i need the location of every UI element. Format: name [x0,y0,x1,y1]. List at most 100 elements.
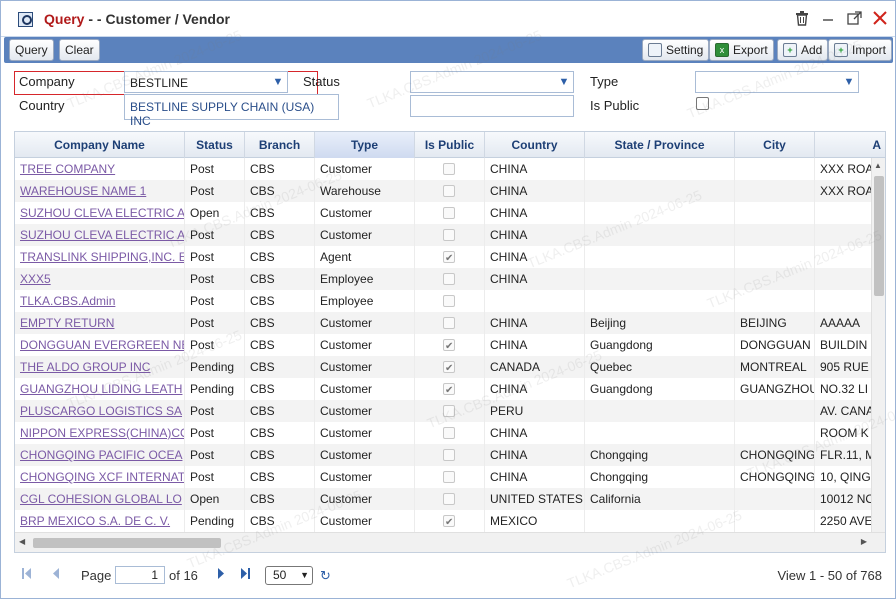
prev-page-icon[interactable] [52,568,60,582]
cell-company-name[interactable]: CHONGQING PACIFIC OCEA [15,444,185,466]
column-header-company-name[interactable]: Company Name [15,132,185,158]
cell-type: Customer [315,158,415,180]
table-row[interactable]: NIPPON EXPRESS(CHINA)CO Post CBS Customer CH… [15,422,873,444]
cell-address: 10012 NO [815,488,873,510]
cell-company-name[interactable]: TRANSLINK SHIPPING,INC. E [15,246,185,268]
cell-company-name[interactable]: NIPPON EXPRESS(CHINA)CO [15,422,185,444]
horizontal-scroll-thumb[interactable] [33,538,221,548]
company-suggestion-item[interactable]: BESTLINE SUPPLY CHAIN (USA) INC [124,94,339,128]
cell-status: Post [185,466,245,488]
scroll-left-icon[interactable]: ◀ [19,537,25,546]
table-row[interactable]: DONGGUAN EVERGREEN NEPostCBSCustomer CHIN… [15,334,873,356]
cell-state-province [585,246,735,268]
vertical-scrollbar[interactable]: ▲ [871,158,885,532]
status-select[interactable]: ▼ [410,71,574,93]
title-separator: - - [84,11,106,27]
maximize-icon[interactable] [845,9,863,27]
last-page-icon[interactable] [240,568,250,582]
country-field[interactable] [410,95,574,117]
cell-company-name[interactable]: EMPTY RETURN [15,312,185,334]
table-row[interactable]: GUANGZHOU LIDING LEATH Pending CBS Customer… [15,378,873,400]
horizontal-scrollbar[interactable]: ◀ ▶ [15,532,885,552]
cell-type: Customer [315,466,415,488]
cell-company-name[interactable]: SUZHOU CLEVA ELECTRIC A [15,202,185,224]
table-row[interactable]: EMPTY RETURN Post CBS Customer CHINA Beijing B… [15,312,873,334]
chevron-down-icon[interactable]: ▼ [840,72,858,92]
cell-company-name[interactable]: TREE COMPANY [15,158,185,180]
trash-icon[interactable] [793,9,811,27]
cell-company-name[interactable]: XXX5 [15,268,185,290]
cell-address: XXX ROA [815,180,873,202]
table-row[interactable]: BRP MEXICO S.A. DE C. V. Pending CBS Custom… [15,510,873,532]
page-size-select[interactable]: 50 ▼ [265,566,313,585]
is-public-checkbox [443,207,455,219]
column-header-country[interactable]: Country [485,132,585,158]
setting-button[interactable]: Setting [642,39,710,61]
next-page-icon[interactable] [217,568,225,582]
column-header-type[interactable]: Type [315,132,415,158]
table-row[interactable]: WAREHOUSE NAME 1 Post CBS Warehouse CHINA XXX… [15,180,873,202]
table-row[interactable]: TLKA.CBS.Admin Post CBS Employee [15,290,873,312]
cell-company-name[interactable]: GUANGZHOU LIDING LEATH [15,378,185,400]
page-number-input[interactable]: 1 [115,566,165,584]
cell-company-name[interactable]: DONGGUAN EVERGREEN NE [15,334,185,356]
first-page-icon[interactable] [22,568,32,582]
is-public-checkbox [443,185,455,197]
is-public-checkbox[interactable] [696,97,709,110]
table-row[interactable]: THE ALDO GROUP INCPendingCBSCustomer CANA… [15,356,873,378]
query-button[interactable]: Query [9,39,54,61]
cell-company-name[interactable]: THE ALDO GROUP INC [15,356,185,378]
column-header-is-public[interactable]: Is Public [415,132,485,158]
cell-city: CHONGQING [735,466,815,488]
table-row[interactable]: CGL COHESION GLOBAL LO Open CBS Customer UNI… [15,488,873,510]
cell-is-public [415,202,485,224]
type-select[interactable]: ▼ [695,71,859,93]
column-header-address[interactable]: A [815,132,885,158]
add-button[interactable]: + Add [777,39,829,61]
cell-company-name[interactable]: CHONGQING XCF INTERNAT [15,466,185,488]
cell-is-public [415,488,485,510]
cell-company-name[interactable]: PLUSCARGO LOGISTICS SA [15,400,185,422]
cell-city [735,510,815,532]
column-header-state-province[interactable]: State / Province [585,132,735,158]
table-row[interactable]: TRANSLINK SHIPPING,INC. EPostCBSAgent CHI… [15,246,873,268]
cell-company-name[interactable]: BRP MEXICO S.A. DE C. V. [15,510,185,532]
cell-company-name[interactable]: TLKA.CBS.Admin [15,290,185,312]
cell-address: XXX ROA [815,158,873,180]
cell-city [735,488,815,510]
import-button[interactable]: + Import [828,39,893,61]
chevron-down-icon[interactable]: ▼ [269,72,287,92]
cell-state-province [585,158,735,180]
cell-is-public [415,356,485,378]
table-row[interactable]: TREE COMPANY Post CBS Customer CHINA XXX ROA [15,158,873,180]
table-row[interactable]: XXX5 Post CBS Employee CHINA [15,268,873,290]
export-button[interactable]: x Export [709,39,774,61]
cell-city [735,224,815,246]
cell-company-name[interactable]: SUZHOU CLEVA ELECTRIC A [15,224,185,246]
table-row[interactable]: SUZHOU CLEVA ELECTRIC A Post CBS Customer CH… [15,224,873,246]
cell-company-name[interactable]: WAREHOUSE NAME 1 [15,180,185,202]
column-header-branch[interactable]: Branch [245,132,315,158]
column-header-status[interactable]: Status [185,132,245,158]
cell-type: Customer [315,422,415,444]
minimize-icon[interactable] [819,9,837,27]
table-row[interactable]: CHONGQING PACIFIC OCEA Post CBS Customer CHI… [15,444,873,466]
cell-address [815,246,873,268]
close-icon[interactable] [871,9,889,27]
query-window: Query - - Customer / Vendor Query Clear … [0,0,896,599]
table-row[interactable]: SUZHOU CLEVA ELECTRIC A Open CBS Customer CH… [15,202,873,224]
company-combo[interactable]: BESTLINE ▼ [124,71,288,93]
chevron-down-icon[interactable]: ▼ [555,72,573,92]
cell-country: CHINA [485,334,585,356]
vertical-scroll-thumb[interactable] [874,176,884,296]
column-header-city[interactable]: City [735,132,815,158]
refresh-icon[interactable]: ↻ [320,568,331,584]
scroll-right-icon[interactable]: ▶ [861,537,867,546]
is-public-label: Is Public [590,98,640,113]
table-row[interactable]: PLUSCARGO LOGISTICS SA Post CBS Customer PER… [15,400,873,422]
table-row[interactable]: CHONGQING XCF INTERNAT Post CBS Customer CHI… [15,466,873,488]
clear-button[interactable]: Clear [59,39,100,61]
scroll-up-icon[interactable]: ▲ [874,161,882,170]
cell-company-name[interactable]: CGL COHESION GLOBAL LO [15,488,185,510]
cell-city: DONGGUAN [735,334,815,356]
